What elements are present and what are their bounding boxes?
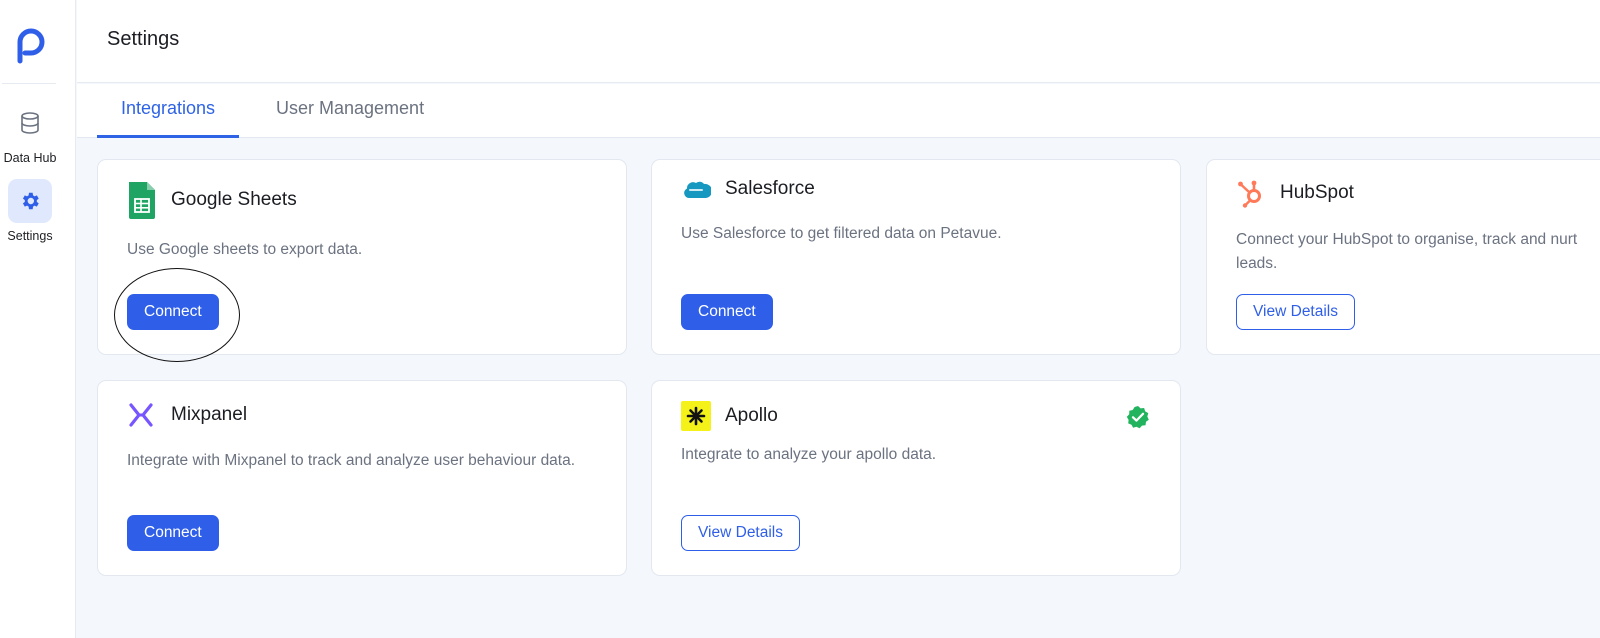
card-description: Integrate with Mixpanel to track and ana…	[127, 452, 576, 469]
card-title: Apollo	[725, 405, 778, 426]
card-header: Salesforce	[681, 178, 815, 200]
integration-card-google-sheets: Google Sheets Use Google sheets to expor…	[97, 159, 627, 355]
database-icon	[8, 101, 52, 145]
card-header: HubSpot	[1236, 178, 1354, 208]
view-details-button[interactable]: View Details	[1236, 294, 1356, 330]
card-description: Connect your HubSpot to organise, track …	[1236, 231, 1578, 272]
card-description: Use Google sheets to export data.	[127, 241, 363, 258]
card-description: Use Salesforce to get filtered data on P…	[681, 225, 1002, 242]
integration-card-apollo: Apollo Integrate to analyze your apollo …	[651, 380, 1181, 576]
view-details-button[interactable]: View Details	[681, 515, 801, 551]
salesforce-icon	[681, 178, 713, 200]
integration-card-salesforce: Salesforce Use Salesforce to get filtere…	[651, 159, 1181, 355]
tab-bar: Integrations User Management	[77, 84, 1600, 138]
sidebar-item-label: Data Hub	[3, 151, 57, 165]
gear-icon	[8, 179, 52, 223]
sidebar: Data Hub Settings	[0, 0, 76, 638]
hubspot-icon	[1236, 178, 1268, 208]
card-header: Mixpanel	[127, 401, 247, 429]
apollo-icon	[681, 401, 713, 431]
sidebar-item-data-hub[interactable]: Data Hub	[0, 101, 60, 165]
integration-card-hubspot: HubSpot Connect your HubSpot to organise…	[1206, 159, 1600, 355]
petavue-logo[interactable]	[12, 26, 48, 64]
card-header: Google Sheets	[127, 180, 297, 220]
tab-integrations[interactable]: Integrations	[97, 84, 240, 138]
card-title: HubSpot	[1280, 182, 1354, 203]
card-title: Google Sheets	[171, 189, 297, 210]
card-title: Mixpanel	[171, 404, 248, 425]
connect-button[interactable]: Connect	[127, 294, 219, 330]
integration-card-mixpanel: Mixpanel Integrate with Mixpanel to trac…	[97, 380, 627, 576]
tab-user-management[interactable]: User Management	[252, 84, 448, 138]
sidebar-divider	[2, 83, 56, 84]
sidebar-item-label: Settings	[7, 229, 53, 243]
connect-button[interactable]: Connect	[127, 515, 219, 551]
connected-check-icon	[1126, 405, 1150, 434]
sidebar-item-settings[interactable]: Settings	[0, 179, 60, 243]
page-title: Settings	[107, 28, 180, 50]
connect-button[interactable]: Connect	[681, 294, 773, 330]
header: Settings	[77, 0, 1600, 83]
card-header: Apollo	[681, 401, 778, 431]
mixpanel-icon	[127, 401, 159, 429]
google-sheets-icon	[127, 180, 159, 220]
card-description: Integrate to analyze your apollo data.	[681, 446, 937, 463]
card-title: Salesforce	[725, 178, 815, 199]
